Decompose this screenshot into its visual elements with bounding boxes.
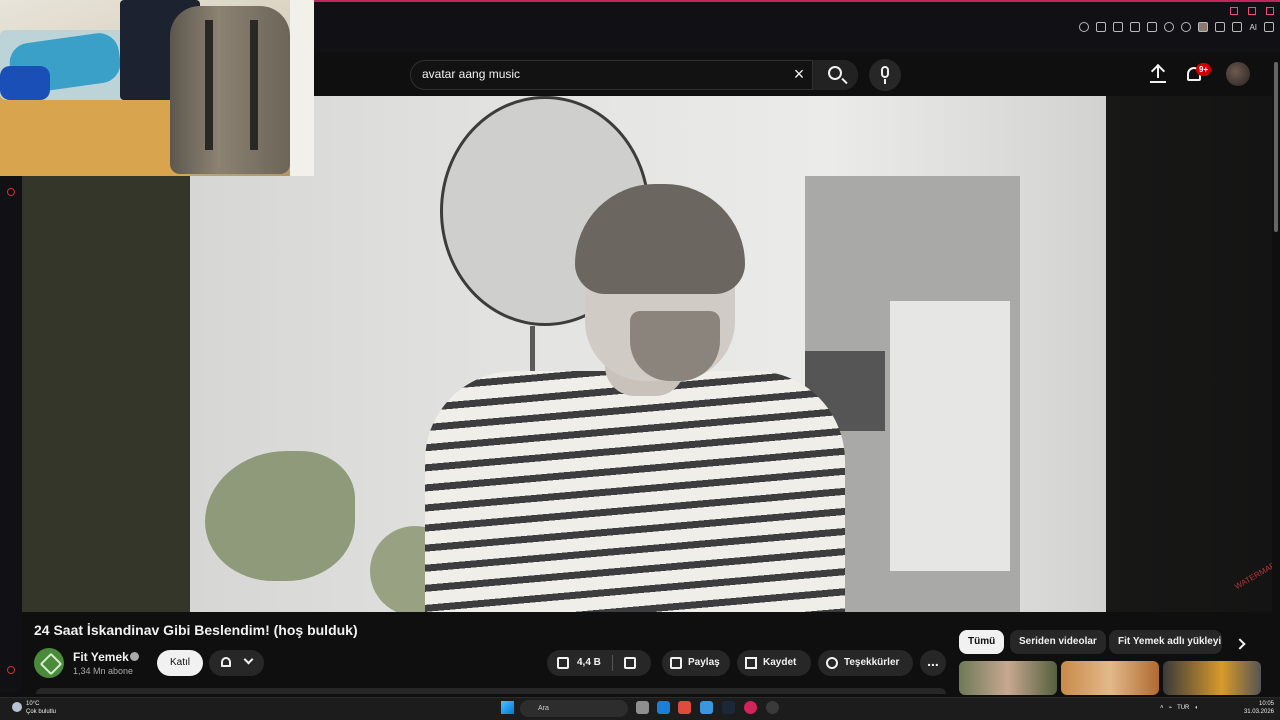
chevron-down-icon (243, 654, 254, 665)
sidebar-settings-icon[interactable] (7, 666, 15, 674)
wifi-icon[interactable]: ⌁ (1169, 705, 1173, 711)
send-icon[interactable] (1147, 22, 1158, 32)
subscriber-count: 1,34 Mn abone (73, 666, 134, 676)
dislike-icon[interactable] (624, 657, 636, 669)
ai-button[interactable]: AI (1249, 23, 1257, 32)
notifications-badge: 9+ (1196, 63, 1212, 76)
history-icon[interactable] (1181, 22, 1192, 32)
weather-widget[interactable]: 10°C Çok bulutlu (26, 700, 56, 716)
description-box[interactable] (36, 688, 946, 694)
striped-shirt (425, 371, 845, 612)
webcam-overlay (0, 0, 314, 176)
system-tray[interactable]: ˄ ⌁ TUR ◖ (1160, 704, 1198, 711)
close-window-icon[interactable] (1266, 7, 1274, 15)
opera-gx-icon[interactable] (744, 701, 757, 714)
taskbar-clock[interactable]: 10:05 31.03.2026 (1240, 700, 1274, 716)
taskbar-search[interactable]: Ara (520, 700, 628, 717)
snapshot-icon[interactable] (1113, 22, 1124, 32)
wand-icon[interactable] (1232, 22, 1243, 32)
shield-icon[interactable] (1130, 22, 1141, 32)
create-upload-icon[interactable] (1150, 63, 1166, 84)
search-button[interactable] (812, 60, 858, 90)
like-icon[interactable] (557, 657, 569, 669)
language-indicator[interactable]: TUR (1177, 705, 1189, 711)
app-icon[interactable] (678, 701, 691, 714)
menu-icon[interactable] (1264, 22, 1274, 32)
like-dislike-group: 4,4 B (547, 650, 651, 676)
channel-avatar[interactable] (34, 648, 64, 678)
clear-search-icon[interactable]: × (790, 64, 808, 84)
steam-icon[interactable] (722, 701, 735, 714)
gaming-chair (170, 6, 290, 174)
more-actions-button[interactable]: ... (920, 650, 946, 676)
browser-extension-tools: AI (1079, 22, 1274, 32)
chip-series[interactable]: Seriden videolar (1010, 630, 1106, 654)
pin-icon[interactable] (1096, 22, 1107, 32)
join-button[interactable]: Katıl (157, 650, 203, 676)
zoom-icon[interactable] (1079, 22, 1090, 32)
task-view-icon[interactable] (636, 701, 649, 714)
like-count[interactable]: 4,4 B (577, 650, 601, 676)
related-video-thumbnail[interactable] (1061, 661, 1159, 695)
maximize-icon[interactable] (1248, 7, 1256, 15)
bell-icon (221, 657, 231, 667)
account-avatar[interactable] (1226, 62, 1250, 86)
chip-all[interactable]: Tümü (959, 630, 1005, 654)
window-controls (1230, 2, 1274, 20)
video-player[interactable] (190, 96, 1106, 612)
chip-uploader[interactable]: Fit Yemek adlı yükleyi (1109, 630, 1222, 654)
page-scrollbar[interactable] (1272, 52, 1280, 692)
chevron-up-icon[interactable]: ˄ (1160, 705, 1164, 711)
search-icon (828, 66, 842, 80)
sidebar-app-icon[interactable] (7, 188, 15, 196)
profile-icon[interactable] (1198, 22, 1209, 32)
windows-start-icon[interactable] (501, 701, 514, 714)
minimize-icon[interactable] (1230, 7, 1238, 15)
verified-icon (130, 652, 139, 661)
search-query[interactable]: avatar aang music (422, 67, 520, 81)
related-video-thumbnail[interactable] (959, 661, 1057, 695)
video-title: 24 Saat İskandinav Gibi Beslendim! (hoş … (34, 622, 358, 638)
heart-icon[interactable] (1164, 22, 1175, 32)
share-icon (670, 657, 682, 669)
related-video-thumbnail[interactable] (1163, 661, 1261, 695)
fridge (890, 301, 1010, 571)
download-icon[interactable] (1215, 22, 1226, 32)
save-button[interactable]: Kaydet (737, 650, 811, 676)
bookmark-icon (745, 657, 757, 669)
store-icon[interactable] (700, 701, 713, 714)
microphone-icon (881, 66, 889, 78)
channel-name[interactable]: Fit Yemek (73, 650, 129, 664)
voice-search-button[interactable] (869, 59, 901, 91)
share-button[interactable]: Paylaş (662, 650, 730, 676)
subscription-notification-button[interactable] (209, 650, 264, 676)
volume-icon[interactable]: ◖ (1194, 705, 1198, 711)
app-icon-2[interactable] (766, 701, 779, 714)
cloud-icon (12, 702, 22, 712)
edge-icon[interactable] (657, 701, 670, 714)
thanks-button[interactable]: Teşekkürler (818, 650, 913, 676)
super-thanks-icon (826, 657, 838, 669)
